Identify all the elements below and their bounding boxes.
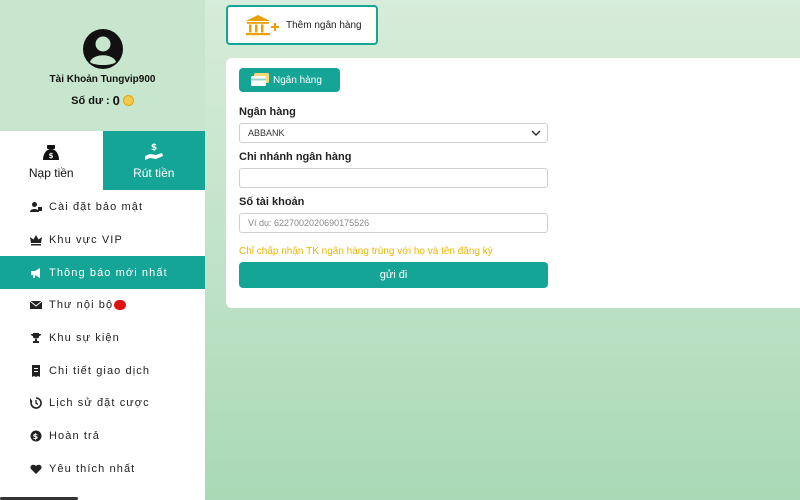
bank-select-value: ABBANK bbox=[248, 128, 285, 138]
add-bank-label: Thêm ngân hàng bbox=[286, 19, 362, 31]
bank-field-label: Ngân hàng bbox=[239, 106, 296, 118]
bank-tab-pill[interactable]: Ngân hàng bbox=[239, 68, 340, 92]
menu-item-transactions[interactable]: Chi tiết giao dịch bbox=[0, 354, 205, 387]
svg-text:$: $ bbox=[151, 143, 157, 153]
menu-item-label: Yêu thích nhất bbox=[49, 462, 136, 475]
receipt-icon bbox=[29, 364, 43, 377]
heart-icon bbox=[29, 463, 43, 475]
menu-item-label: Lịch sử đặt cược bbox=[49, 397, 150, 410]
bank-form-card: Ngân hàng Ngân hàng ABBANK Chi nhánh ngâ… bbox=[226, 58, 800, 308]
menu-item-label: Hoàn trả bbox=[49, 430, 100, 443]
fund-tabs: $ Nạp tiền $ Rút tiền bbox=[0, 131, 205, 190]
menu-item-label: Khu sự kiện bbox=[49, 332, 120, 345]
branch-input[interactable] bbox=[239, 168, 548, 188]
bank-add-icon bbox=[246, 15, 279, 36]
credit-card-icon bbox=[251, 73, 269, 86]
menu-item-label: Thông báo mới nhất bbox=[49, 266, 168, 279]
account-name: Tài Khoản Tungvip900 bbox=[49, 74, 156, 85]
menu-item-refund[interactable]: $ Hoàn trả bbox=[0, 420, 205, 453]
menu-item-label: Cài đặt bảo mật bbox=[49, 201, 144, 214]
add-bank-button[interactable]: Thêm ngân hàng bbox=[226, 5, 378, 45]
menu-item-security[interactable]: Cài đặt bảo mật bbox=[0, 191, 205, 224]
menu-item-events[interactable]: Khu sự kiện bbox=[0, 322, 205, 355]
bank-tab-label: Ngân hàng bbox=[273, 74, 322, 86]
balance-label: Số dư : bbox=[71, 94, 110, 107]
menu-item-label: Chi tiết giao dịch bbox=[49, 364, 151, 377]
dollar-circle-icon: $ bbox=[29, 430, 43, 442]
menu-item-label: Khu vực VIP bbox=[49, 234, 123, 247]
user-lock-icon bbox=[29, 201, 43, 213]
svg-text:$: $ bbox=[33, 432, 40, 441]
menu-item-vip[interactable]: Khu vực VIP bbox=[0, 224, 205, 257]
chevron-down-icon bbox=[531, 130, 541, 137]
sidebar: Tài Khoản Tungvip900 Số dư : 0 $ Nạp tiề… bbox=[0, 0, 205, 500]
money-bag-icon: $ bbox=[43, 144, 60, 160]
envelope-icon bbox=[29, 299, 43, 311]
tab-withdraw[interactable]: $ Rút tiền bbox=[102, 131, 205, 190]
balance-row: Số dư : 0 bbox=[71, 93, 134, 108]
hand-money-icon: $ bbox=[144, 143, 163, 160]
trophy-icon bbox=[29, 332, 43, 344]
menu-item-bet-history[interactable]: Lịch sử đặt cược bbox=[0, 387, 205, 420]
notification-dot bbox=[114, 300, 127, 311]
menu-item-news[interactable]: Thông báo mới nhất bbox=[0, 256, 205, 290]
avatar-icon bbox=[82, 29, 123, 69]
tab-deposit[interactable]: $ Nạp tiền bbox=[0, 131, 103, 190]
svg-text:$: $ bbox=[49, 152, 54, 160]
submit-button[interactable]: gửi đi bbox=[239, 262, 548, 288]
bank-select[interactable]: ABBANK bbox=[239, 123, 548, 143]
tab-withdraw-label: Rút tiền bbox=[133, 165, 175, 180]
menu-item-label: Thư nội bộ bbox=[49, 299, 114, 312]
account-menu: Cài đặt bảo mật Khu vực VIP Thông báo mớ… bbox=[0, 191, 205, 485]
branch-field-label: Chi nhánh ngân hàng bbox=[239, 151, 352, 163]
menu-item-favorites[interactable]: Yêu thích nhất bbox=[0, 453, 205, 486]
account-number-label: Số tài khoản bbox=[239, 196, 305, 208]
menu-item-inbox[interactable]: Thư nội bộ bbox=[0, 289, 205, 322]
name-match-note: Chỉ chấp nhận TK ngân hàng trùng với họ … bbox=[239, 246, 493, 257]
account-number-input[interactable] bbox=[239, 213, 548, 233]
balance-value: 0 bbox=[112, 93, 120, 108]
tab-deposit-label: Nạp tiền bbox=[28, 165, 74, 180]
history-icon bbox=[29, 397, 43, 410]
megaphone-icon bbox=[29, 267, 43, 279]
profile-panel: Tài Khoản Tungvip900 Số dư : 0 bbox=[0, 0, 205, 131]
crown-icon bbox=[29, 234, 43, 246]
coin-icon bbox=[122, 95, 134, 106]
